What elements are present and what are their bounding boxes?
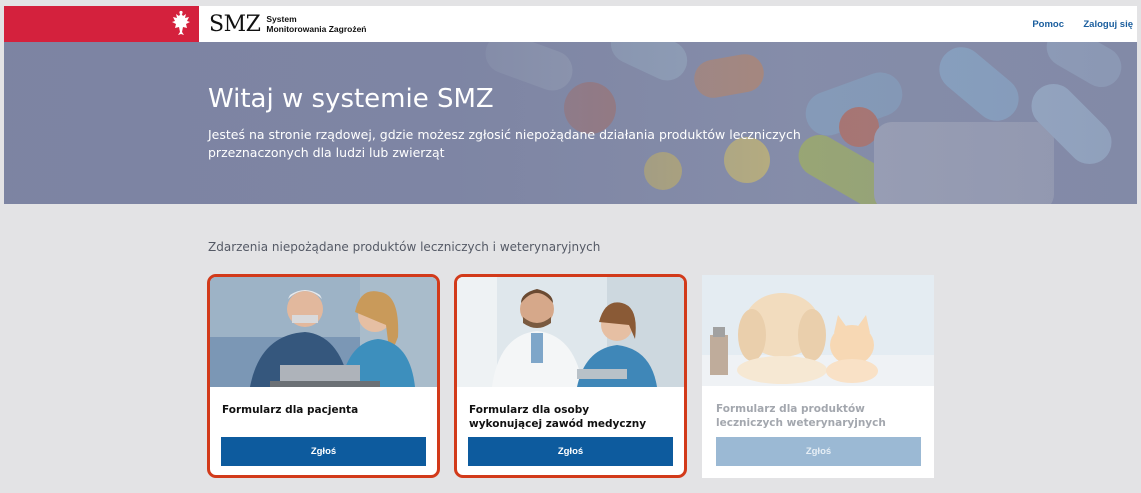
brand-logo[interactable]: SMZ System Monitorowania Zagrożeń xyxy=(209,10,367,38)
card-medical-label-line2: wykonującej zawód medyczny xyxy=(469,418,647,430)
card-patient-label: Formularz dla pacjenta xyxy=(222,404,359,416)
hero-overlay xyxy=(4,42,1137,204)
top-header: SMZ System Monitorowania Zagrożeń Pomoc … xyxy=(4,6,1137,42)
eagle-emblem-icon xyxy=(172,10,190,35)
card-veterinary-label-line2: leczniczych weterynaryjnych xyxy=(716,417,886,429)
medical-staff-photo xyxy=(457,277,684,387)
brand-subtitle: System Monitorowania Zagrożeń xyxy=(266,14,366,34)
nav-help-link[interactable]: Pomoc xyxy=(1032,19,1064,30)
card-veterinary-label: Formularz dla produktów leczniczych wete… xyxy=(716,402,886,430)
hero-banner: Witaj w systemie SMZ Jesteś na stronie r… xyxy=(4,42,1137,204)
report-patient-button[interactable]: Zgłoś xyxy=(221,437,426,466)
hero-title: Witaj w systemie SMZ xyxy=(208,84,494,114)
card-patient[interactable]: Formularz dla pacjenta Zgłoś xyxy=(207,274,440,478)
card-medical-label: Formularz dla osoby wykonującej zawód me… xyxy=(469,403,646,431)
brand-subtitle-line2: Monitorowania Zagrożeń xyxy=(266,24,367,34)
patient-photo xyxy=(210,277,437,387)
card-veterinary-label-line1: Formularz dla produktów xyxy=(716,403,865,415)
card-medical-label-line1: Formularz dla osoby xyxy=(469,404,590,416)
card-medical-professional[interactable]: Formularz dla osoby wykonującej zawód me… xyxy=(454,274,687,478)
nav-login-link[interactable]: Zaloguj się xyxy=(1083,19,1133,30)
card-veterinary: Formularz dla produktów leczniczych wete… xyxy=(702,275,934,478)
hero-subtitle: Jesteś na stronie rządowej, gdzie możesz… xyxy=(208,127,801,160)
brand-name: SMZ xyxy=(209,11,261,37)
brand-subtitle-line1: System xyxy=(266,14,297,24)
dog-and-cat-photo xyxy=(702,275,934,386)
report-medical-button[interactable]: Zgłoś xyxy=(468,437,673,466)
section-title: Zdarzenia niepożądane produktów lecznicz… xyxy=(208,240,601,254)
report-veterinary-button[interactable]: Zgłoś xyxy=(716,437,921,466)
